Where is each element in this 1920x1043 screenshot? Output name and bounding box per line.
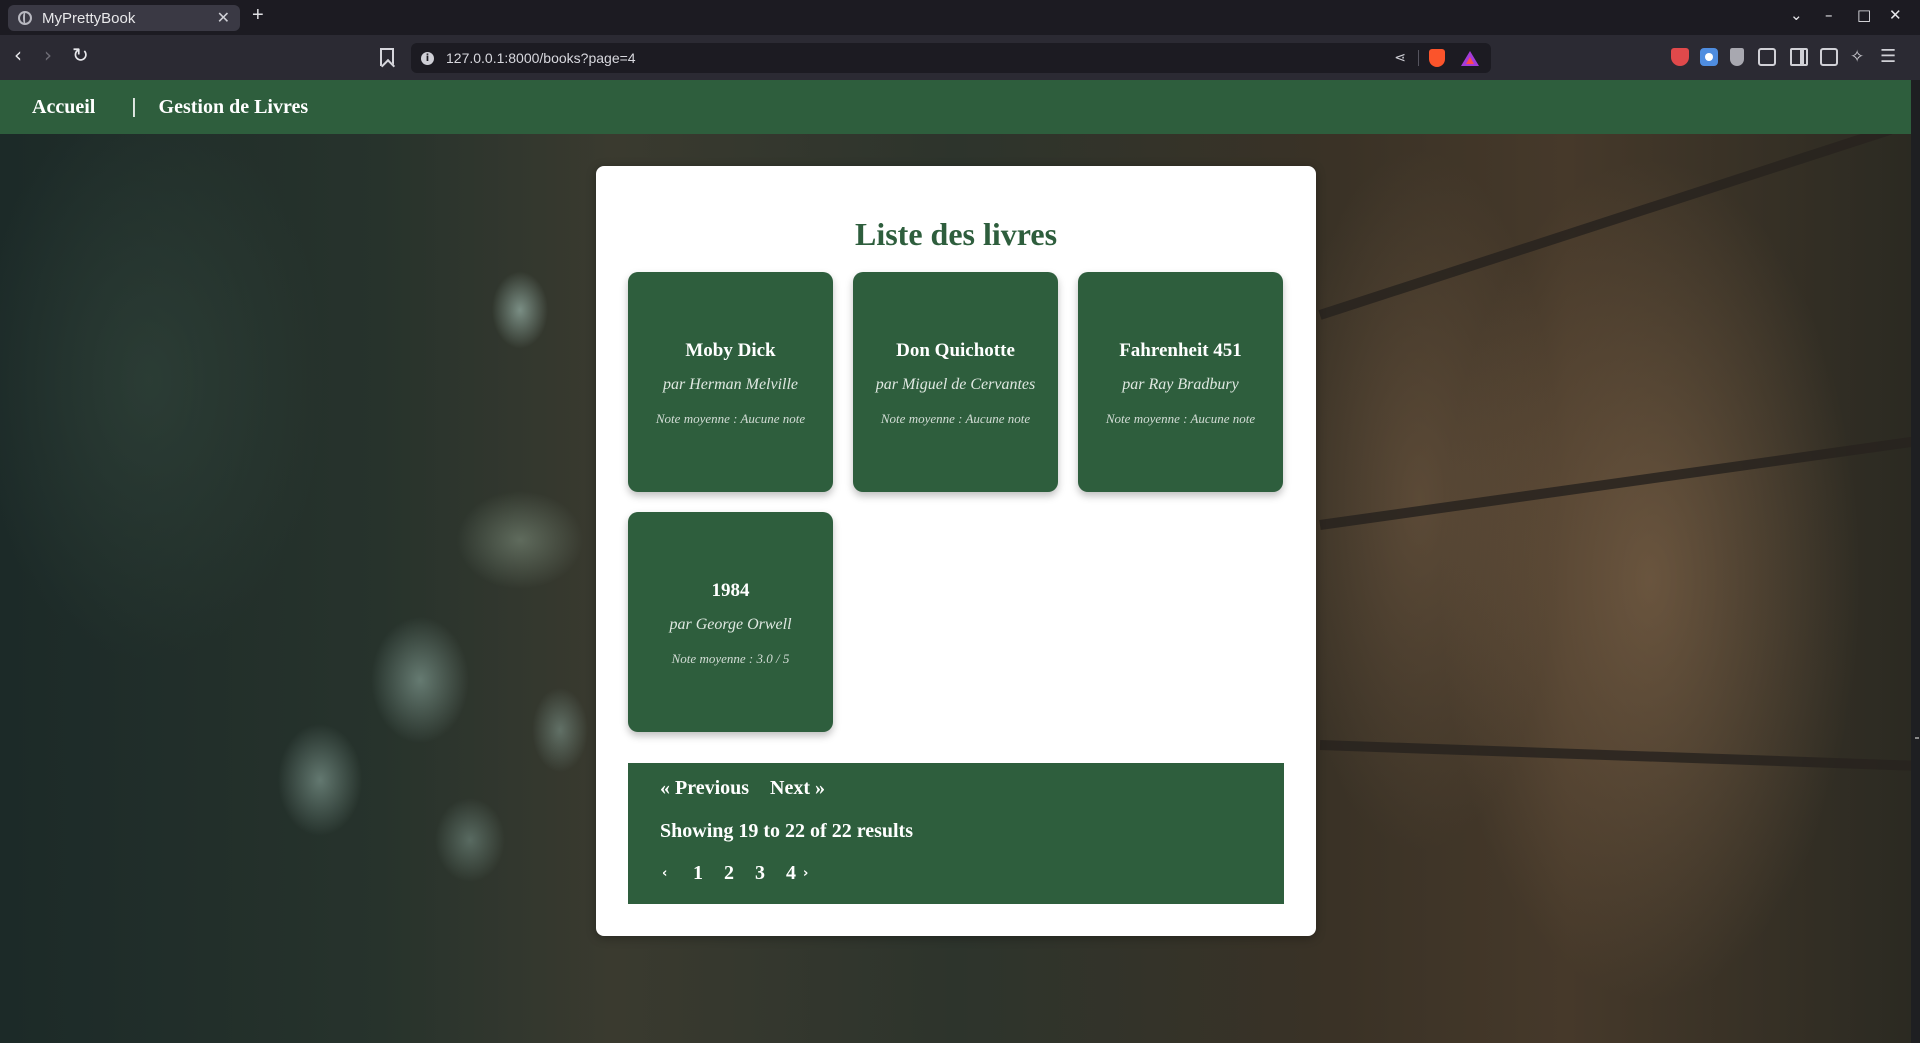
extensions-icon[interactable] <box>1758 48 1776 66</box>
book-author: par Herman Melville <box>662 376 799 393</box>
pagination: « Previous Next » Showing 19 to 22 of 22… <box>628 763 1284 904</box>
page-link-4[interactable]: 4 <box>786 862 796 885</box>
book-rating: Note moyenne : Aucune note <box>655 411 806 426</box>
book-rating: Note moyenne : Aucune note <box>1105 411 1256 426</box>
browser-tab[interactable]: MyPrettyBook ✕ <box>8 5 240 31</box>
reload-button[interactable]: ↻ <box>72 45 89 65</box>
book-author: par George Orwell <box>669 616 792 633</box>
brave-rewards-icon[interactable] <box>1461 50 1479 66</box>
url-text[interactable]: 127.0.0.1:8000/books?page=4 <box>446 50 1394 66</box>
book-author: par Ray Bradbury <box>1122 376 1239 393</box>
camera-extension-icon[interactable] <box>1700 48 1718 66</box>
results-summary: Showing 19 to 22 of 22 results <box>660 820 913 842</box>
tab-list-chevron-icon[interactable]: ⌄ <box>1790 6 1803 24</box>
scrollbar-indicator[interactable] <box>1915 737 1919 739</box>
brave-shields-icon[interactable] <box>1429 49 1445 67</box>
bookmark-icon[interactable] <box>380 48 394 66</box>
wallet-icon[interactable] <box>1820 48 1838 66</box>
leo-ai-icon[interactable]: ✧ <box>1850 48 1868 66</box>
book-author: par Miguel de Cervantes <box>875 376 1036 393</box>
next-page-link[interactable]: Next » <box>770 777 825 800</box>
book-title: Moby Dick <box>685 340 776 361</box>
previous-page-link[interactable]: « Previous <box>660 777 749 800</box>
shelf-decoration <box>1319 740 1911 771</box>
tab-title: MyPrettyBook <box>42 9 136 27</box>
tab-close-icon[interactable]: ✕ <box>217 8 230 28</box>
book-title: Don Quichotte <box>896 340 1015 361</box>
maximize-button[interactable]: □ <box>1857 6 1871 24</box>
book-title: Fahrenheit 451 <box>1119 340 1242 361</box>
minimize-button[interactable]: – <box>1825 6 1833 24</box>
page-background: Accueil | Gestion de Livres Liste des li… <box>0 80 1911 1043</box>
nav-link-home[interactable]: Accueil <box>32 96 95 119</box>
sidebar-toggle-icon[interactable] <box>1790 48 1808 66</box>
nav-separator: | <box>131 95 137 118</box>
back-button[interactable]: ‹ <box>14 45 22 65</box>
chevron-right-icon[interactable]: › <box>803 866 808 881</box>
new-tab-button[interactable]: + <box>252 4 264 27</box>
nav-link-book-management[interactable]: Gestion de Livres <box>159 96 309 119</box>
site-info-icon[interactable]: i <box>421 51 434 65</box>
close-window-button[interactable]: ✕ <box>1889 6 1902 24</box>
site-navbar: Accueil | Gestion de Livres <box>0 80 1911 134</box>
book-card[interactable]: 1984 par George Orwell Note moyenne : 3.… <box>628 512 833 732</box>
share-icon[interactable]: ⋖ <box>1394 50 1406 66</box>
book-card[interactable]: Don Quichotte par Miguel de Cervantes No… <box>853 272 1058 492</box>
book-title: 1984 <box>711 580 750 601</box>
address-bar-divider <box>1418 50 1419 66</box>
page-link-3[interactable]: 3 <box>755 862 765 885</box>
forward-button[interactable]: › <box>44 45 52 65</box>
page-link-1[interactable]: 1 <box>693 862 703 885</box>
browser-tab-bar: MyPrettyBook ✕ + ⌄ – □ ✕ <box>0 0 1920 35</box>
book-rating: Note moyenne : 3.0 / 5 <box>671 651 790 666</box>
browser-menu-icon[interactable]: ☰ <box>1880 48 1898 66</box>
globe-icon <box>18 11 32 25</box>
book-card[interactable]: Moby Dick par Herman Melville Note moyen… <box>628 272 833 492</box>
shelf-decoration <box>1319 436 1911 530</box>
book-card[interactable]: Fahrenheit 451 par Ray Bradbury Note moy… <box>1078 272 1283 492</box>
chevron-left-icon[interactable]: ‹ <box>662 866 667 881</box>
books-panel: Liste des livres Moby Dick par Herman Me… <box>596 166 1316 936</box>
vpn-shield-icon[interactable] <box>1730 48 1744 66</box>
ad-block-extension-icon[interactable] <box>1671 48 1689 66</box>
page-link-2[interactable]: 2 <box>724 862 734 885</box>
page-title: Liste des livres <box>854 216 1058 252</box>
address-bar[interactable]: i 127.0.0.1:8000/books?page=4 ⋖ <box>411 43 1491 73</box>
book-rating: Note moyenne : Aucune note <box>880 411 1031 426</box>
shelf-decoration <box>1318 124 1893 320</box>
